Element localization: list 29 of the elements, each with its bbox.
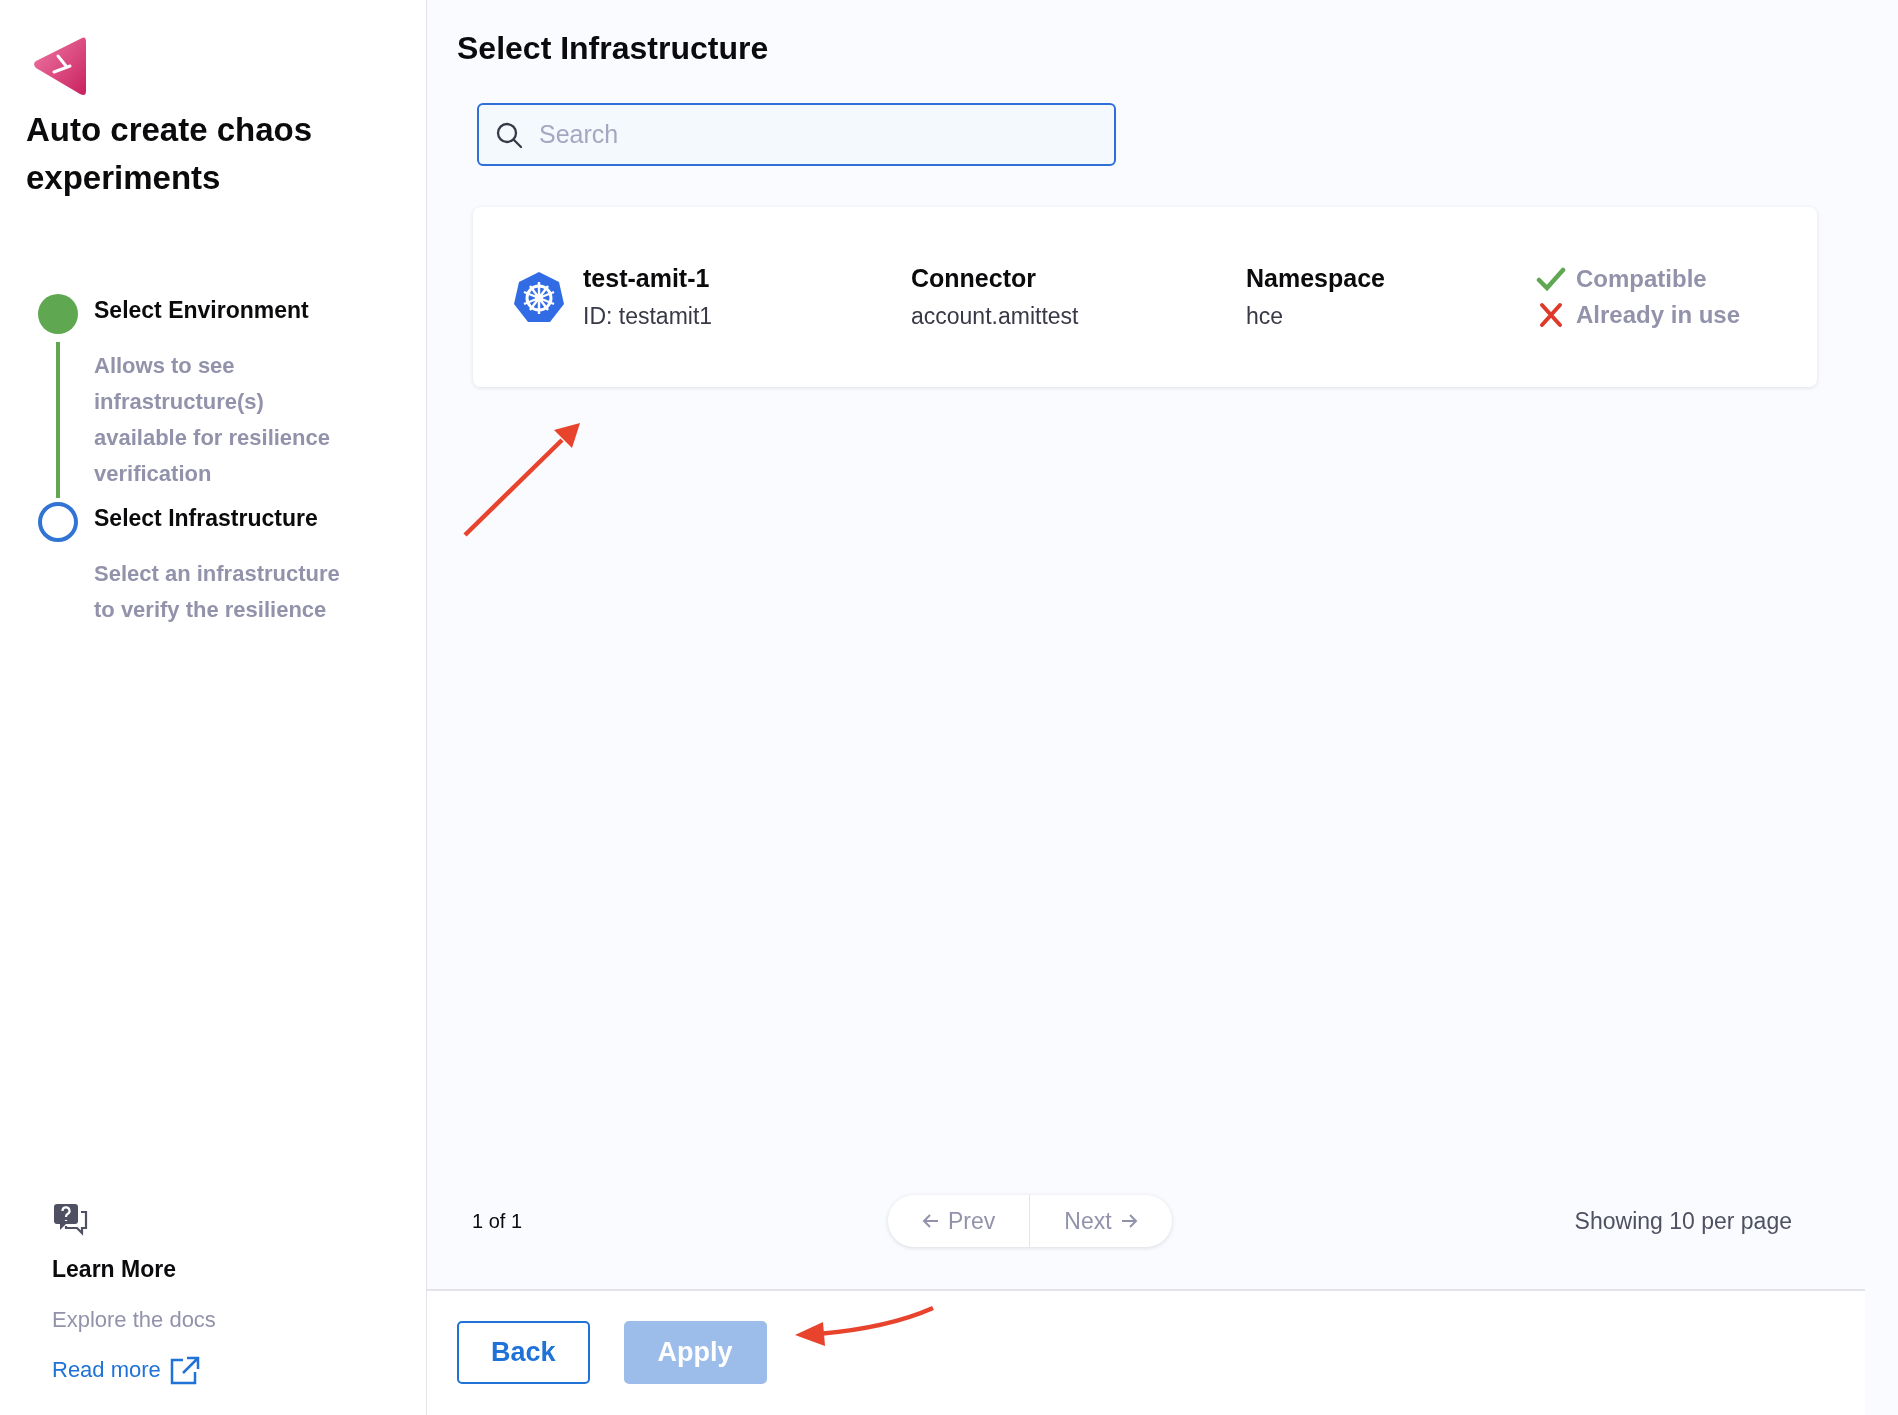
infrastructure-id: ID: testamit1 — [583, 303, 714, 330]
page-count: 1 of 1 — [472, 1209, 524, 1233]
check-icon — [1536, 266, 1566, 292]
left-arrow-icon — [922, 1213, 940, 1229]
learn-more-subtitle: Explore the docs — [52, 1307, 217, 1333]
help-chat-icon — [52, 1202, 90, 1236]
page-size-label: Showing 10 per page — [1574, 1207, 1792, 1235]
learn-more-title: Learn More — [52, 1256, 177, 1283]
read-more-link[interactable]: Read more — [52, 1355, 201, 1385]
back-button[interactable]: Back — [457, 1321, 590, 1384]
search-field[interactable]: Search — [477, 103, 1116, 166]
column-label: Connector — [911, 264, 1037, 293]
status-text: Compatible — [1576, 265, 1707, 293]
right-arrow-icon — [1119, 1213, 1138, 1229]
helm-wheel-icon — [513, 270, 565, 324]
infrastructure-card[interactable]: test-amit-1 ID: testamit1 Connector account.amittest Namespace hce Compatible Already in use — [473, 207, 1817, 387]
infrastructure-name: test-amit-1 — [583, 264, 711, 293]
page-title: Select Infrastructure — [457, 30, 770, 67]
namespace-value: hce — [1246, 303, 1285, 330]
status-text: Already in use — [1576, 301, 1741, 329]
step-description: Select an infrastructure to verify the resilience — [94, 560, 341, 624]
column-label: Namespace — [1246, 264, 1386, 293]
step-description: Allows to see infrastructure(s) available for resilience verification — [94, 352, 332, 488]
external-link-icon — [168, 1355, 201, 1385]
wizard-title: Auto create chaos experiments — [26, 110, 314, 198]
step-label: Select Infrastructure — [94, 504, 319, 533]
connector-value: account.amittest — [911, 303, 1080, 330]
search-icon — [495, 121, 523, 149]
step-label: Select Environment — [94, 296, 310, 325]
